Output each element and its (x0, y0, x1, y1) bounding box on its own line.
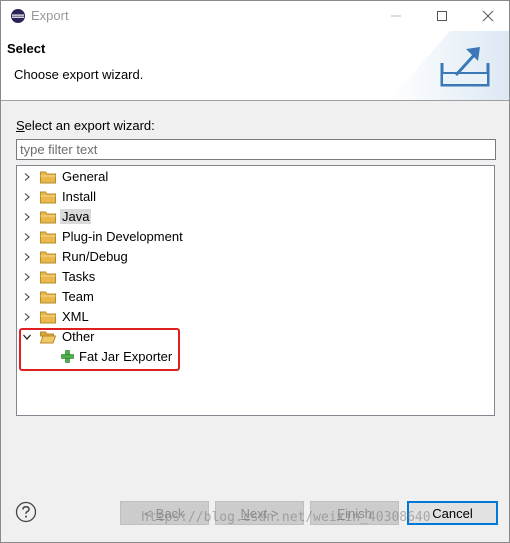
back-button[interactable]: < Back (120, 501, 209, 525)
cancel-label: Cancel (432, 505, 473, 521)
folder-icon (40, 291, 56, 304)
tree-item-label: Tasks (62, 269, 96, 284)
page-description: Choose export wizard. (14, 67, 144, 82)
tree-item-other[interactable]: Other (17, 327, 317, 347)
tree-item-java[interactable]: Java (17, 207, 317, 227)
back-accel: B (155, 505, 165, 521)
finish-button[interactable]: Finish (310, 501, 399, 525)
cancel-button[interactable]: Cancel (407, 501, 498, 525)
chevron-down-icon[interactable] (23, 333, 31, 341)
folder-open-icon (40, 331, 56, 344)
export-icon (440, 47, 490, 87)
chevron-right-icon[interactable] (23, 253, 31, 261)
tree-item-label: Team (62, 289, 94, 304)
tree-item-xml[interactable]: XML (17, 307, 317, 327)
export-dialog: Export Select Choose export wizard. Sele… (0, 0, 510, 543)
tree-item-label: Other (62, 329, 95, 344)
folder-icon (40, 231, 56, 244)
tree-item-team[interactable]: Team (17, 287, 317, 307)
wizard-banner: Select Choose export wizard. (1, 31, 509, 101)
back-prefix: < (144, 505, 156, 521)
chevron-right-icon[interactable] (23, 293, 31, 301)
chevron-right-icon[interactable] (23, 193, 31, 201)
title-bar: Export (1, 1, 509, 31)
next-accel: N (240, 505, 250, 521)
tree-item-fat-jar-exporter[interactable]: Fat Jar Exporter (17, 347, 317, 367)
finish-accel: F (337, 505, 346, 521)
folder-icon (40, 251, 56, 264)
filter-label-text: elect an export wizard: (24, 118, 155, 133)
tree-item-label: General (62, 169, 109, 184)
folder-icon (40, 311, 56, 324)
folder-icon (40, 191, 56, 204)
tree-item-tasks[interactable]: Tasks (17, 267, 317, 287)
next-button[interactable]: Next > (215, 501, 304, 525)
folder-icon (40, 171, 56, 184)
tree-item-run-debug[interactable]: Run/Debug (17, 247, 317, 267)
chevron-right-icon[interactable] (23, 273, 31, 281)
chevron-right-icon[interactable] (23, 233, 31, 241)
filter-label-accel: S (16, 118, 25, 133)
tree-item-label: Install (62, 189, 96, 204)
tree-item-label: Plug-in Development (62, 229, 183, 244)
close-icon (482, 10, 494, 22)
tree-item-general[interactable]: General (17, 167, 317, 187)
tree-item-plugin-development[interactable]: Plug-in Development (17, 227, 317, 247)
tree-item-label: Fat Jar Exporter (79, 349, 173, 364)
chevron-right-icon[interactable] (23, 173, 31, 181)
tree-item-label: Run/Debug (62, 249, 128, 264)
filter-label: Select an export wizard: (16, 118, 155, 133)
tree-item-install[interactable]: Install (17, 187, 317, 207)
window-title: Export (31, 8, 69, 23)
minimize-button[interactable] (373, 1, 419, 31)
filter-input[interactable] (16, 139, 496, 160)
tree-item-label: XML (62, 309, 89, 324)
next-label: ext > (249, 505, 279, 521)
maximize-button[interactable] (419, 1, 465, 31)
eclipse-icon (11, 9, 25, 23)
close-button[interactable] (465, 1, 510, 31)
folder-icon (40, 271, 56, 284)
maximize-icon (437, 11, 447, 21)
folder-icon (40, 211, 56, 224)
back-label: ack (164, 505, 185, 521)
finish-label: inish (345, 505, 372, 521)
chevron-right-icon[interactable] (23, 213, 31, 221)
page-title: Select (7, 41, 46, 56)
help-icon[interactable] (15, 501, 37, 523)
plus-icon (61, 350, 74, 363)
tree-item-label: Java (60, 209, 92, 224)
wizard-tree[interactable]: General Install Java Plug-in Development… (16, 165, 495, 416)
chevron-right-icon[interactable] (23, 313, 31, 321)
minimize-icon (391, 15, 401, 17)
